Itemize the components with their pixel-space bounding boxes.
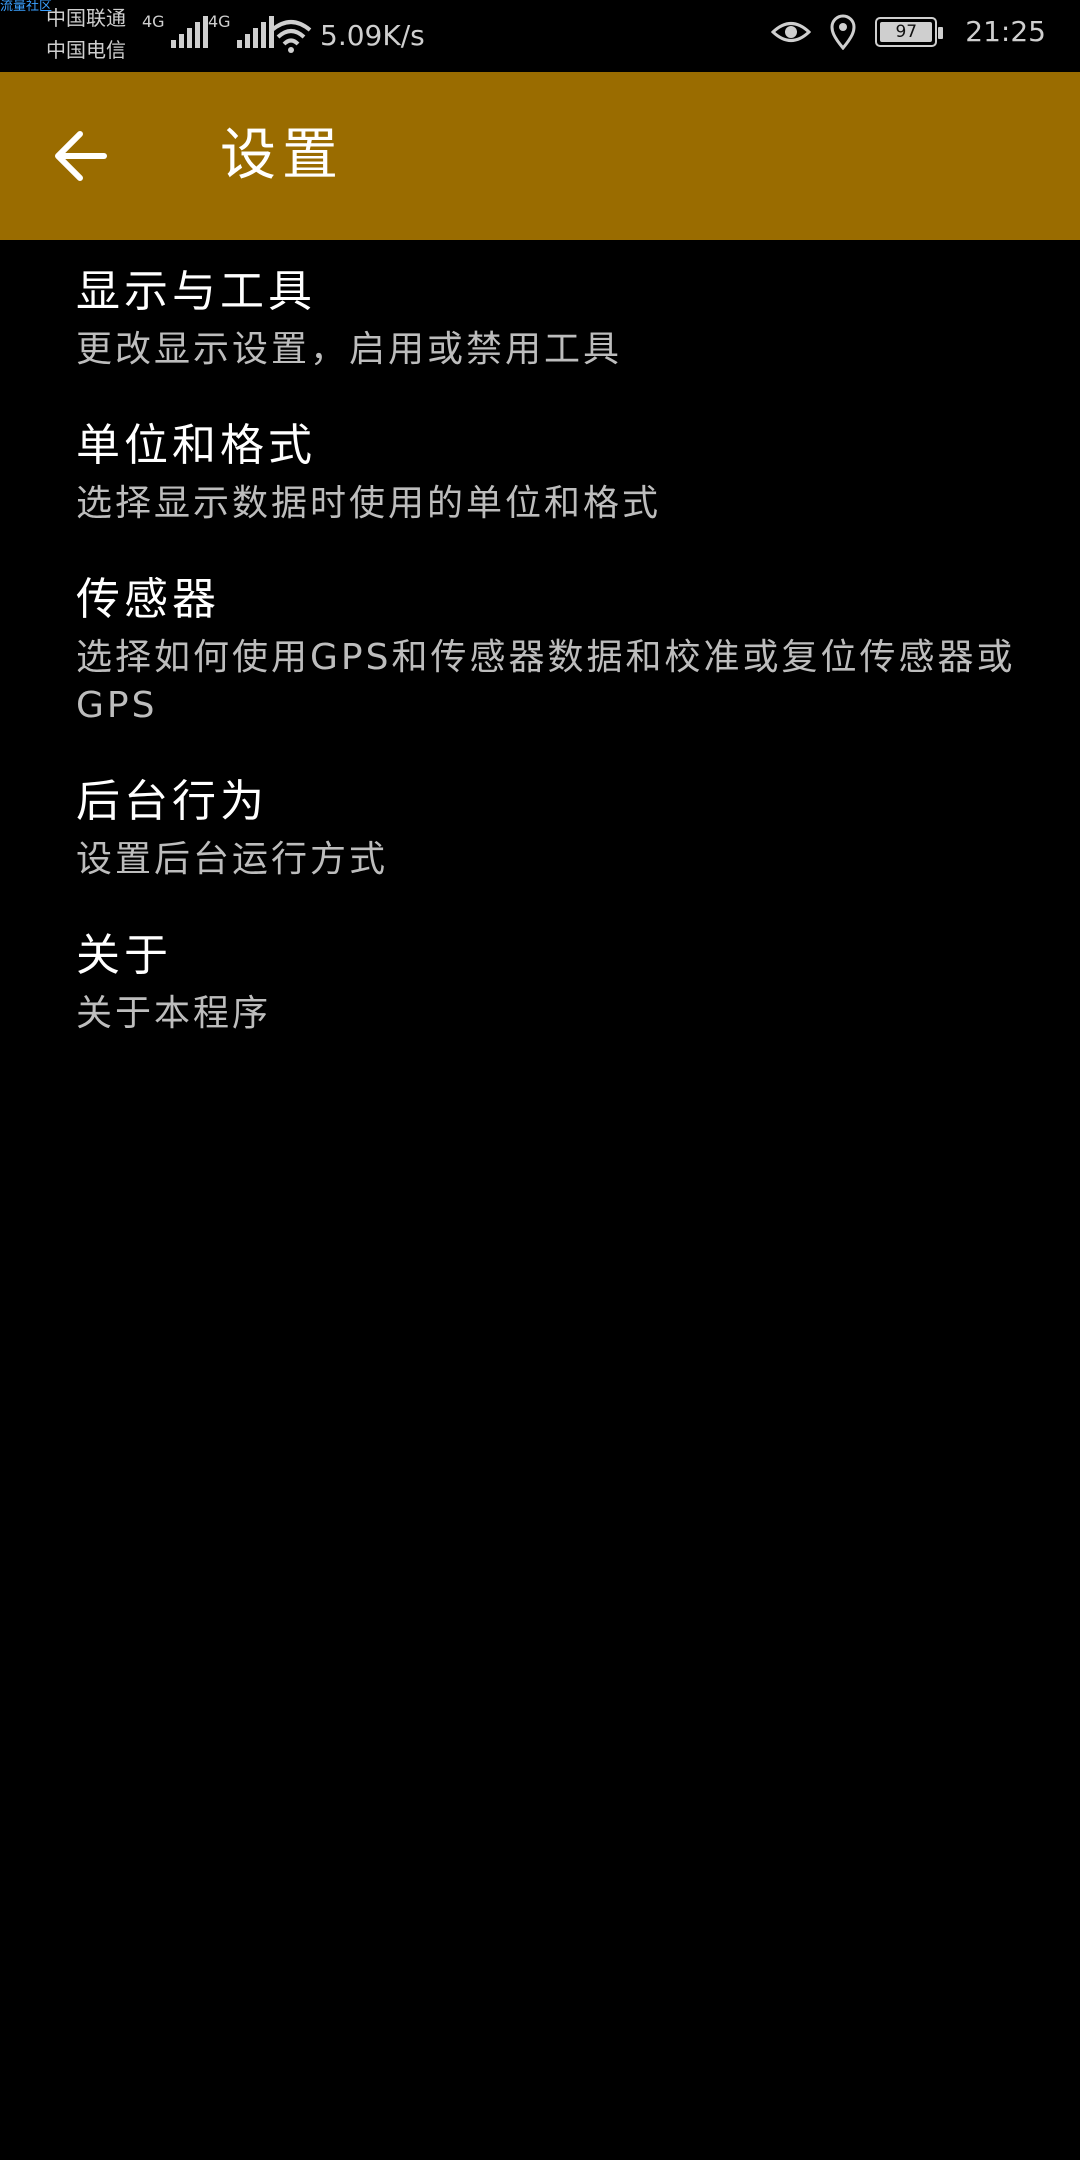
location-icon	[830, 14, 856, 50]
settings-item-subtitle: 选择如何使用GPS和传感器数据和校准或复位传感器或GPS	[76, 637, 1016, 726]
network-type-2: 4G	[208, 12, 231, 31]
carrier-1: 中国联通	[46, 6, 126, 30]
settings-item-units-formats[interactable]: 单位和格式 选择显示数据时使用的单位和格式	[0, 418, 1080, 528]
watermark: 流量社区	[0, 0, 53, 14]
network-type-1: 4G	[142, 12, 165, 31]
settings-list: 显示与工具 更改显示设置，启用或禁用工具 单位和格式 选择显示数据时使用的单位和…	[0, 240, 1080, 1038]
settings-item-background[interactable]: 后台行为 设置后台运行方式	[0, 774, 1080, 884]
settings-item-subtitle: 关于本程序	[76, 993, 272, 1034]
settings-item-display-tools[interactable]: 显示与工具 更改显示设置，启用或禁用工具	[0, 264, 1080, 374]
eye-icon	[771, 22, 812, 42]
battery-icon: 97	[875, 17, 944, 47]
clock: 21:25	[965, 15, 1046, 48]
settings-item-title: 关于	[76, 930, 172, 981]
battery-level: 97	[895, 22, 918, 42]
app-bar: 设置	[0, 72, 1080, 240]
status-right: 97 21:25	[771, 14, 1046, 50]
settings-item-sensors[interactable]: 传感器 选择如何使用GPS和传感器数据和校准或复位传感器或GPS	[0, 572, 1080, 730]
cell-signal-1: 4G	[142, 14, 209, 50]
settings-item-subtitle: 选择显示数据时使用的单位和格式	[76, 483, 662, 524]
wifi-icon	[270, 20, 312, 53]
back-button[interactable]	[40, 116, 120, 196]
carrier-2: 中国电信	[46, 38, 126, 62]
settings-item-subtitle: 更改显示设置，启用或禁用工具	[76, 329, 623, 370]
settings-item-about[interactable]: 关于 关于本程序	[0, 928, 1080, 1038]
settings-item-title: 传感器	[76, 574, 220, 625]
signal-icon	[236, 16, 274, 48]
arrow-back-icon	[55, 131, 107, 181]
page-title: 设置	[220, 123, 344, 188]
settings-item-title: 后台行为	[76, 776, 268, 827]
settings-item-title: 显示与工具	[76, 266, 316, 317]
signal-icon	[170, 16, 208, 48]
settings-item-title: 单位和格式	[76, 420, 316, 471]
status-bar: 流量社区 中国联通 中国电信 4G 4G 5.09K/s 97 21:25	[0, 0, 1080, 72]
network-speed: 5.09K/s	[320, 19, 425, 52]
settings-item-subtitle: 设置后台运行方式	[76, 839, 389, 880]
carrier-labels: 中国联通 中国电信	[46, 6, 126, 62]
cell-signal-2: 4G	[208, 14, 275, 50]
